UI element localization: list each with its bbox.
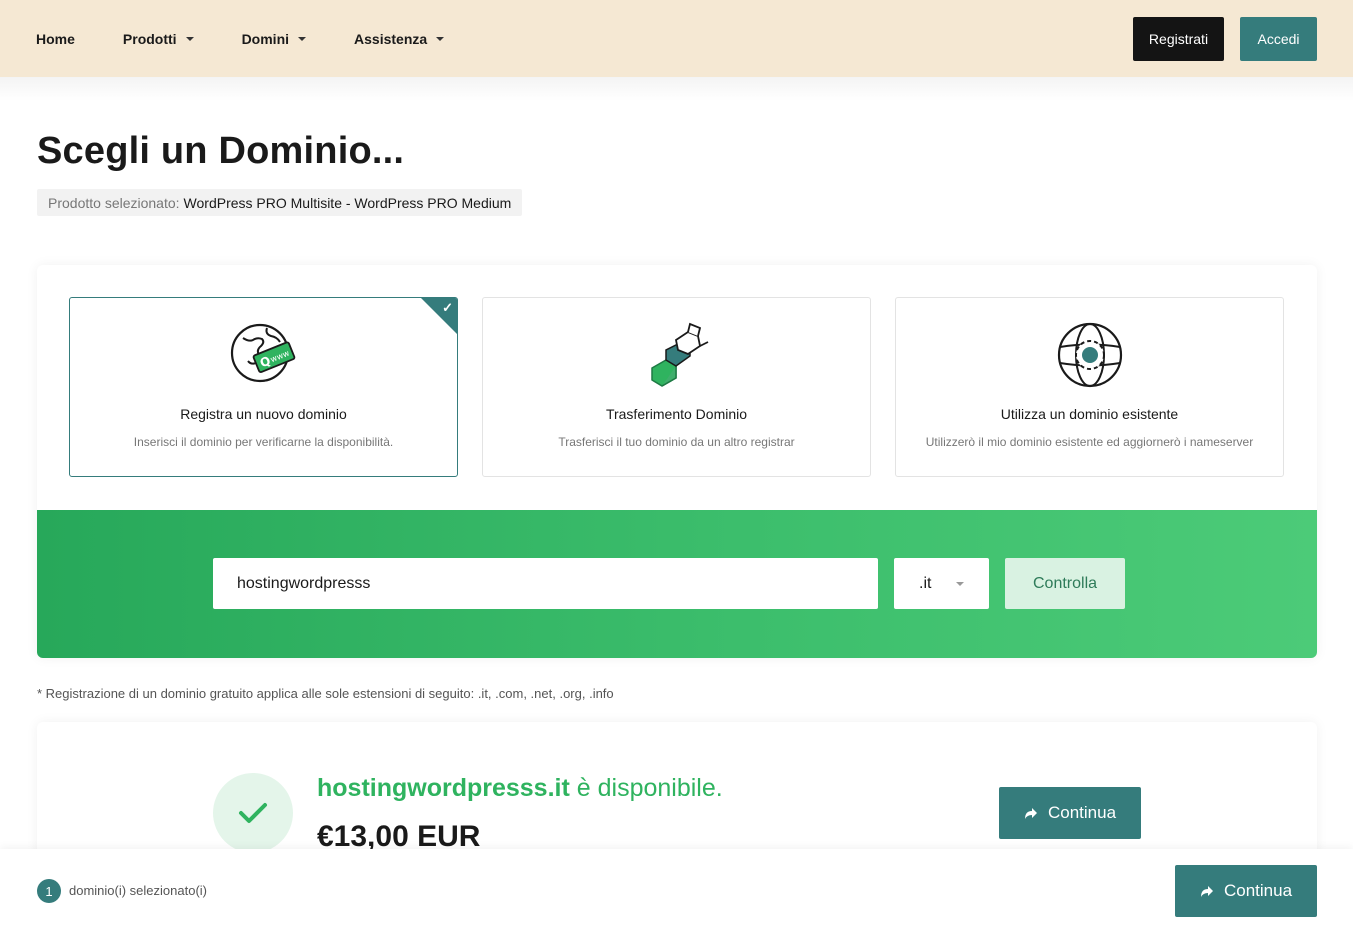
tld-select[interactable]: .it [894, 558, 989, 609]
nav-item-domini[interactable]: Domini [241, 30, 307, 47]
free-domain-note: * Registrazione di un dominio gratuito a… [37, 686, 614, 701]
option-existing-domain[interactable]: Utilizza un dominio esistente Utilizzerò… [895, 297, 1284, 477]
check-availability-button[interactable]: Controlla [1005, 558, 1125, 609]
continue-label: Continua [1223, 881, 1293, 900]
option-title: Registra un nuovo dominio [180, 406, 347, 422]
continue-label: Continua [1047, 803, 1117, 822]
available-status-circle [213, 773, 293, 853]
option-description: Utilizzerò il mio dominio esistente ed a… [925, 435, 1254, 449]
nav-item-home[interactable]: Home [36, 31, 75, 47]
caret-down-icon [956, 582, 964, 586]
globe-www-icon: Q www [230, 323, 295, 383]
option-register-domain[interactable]: ✓ Q www Registra un nuovo dominio Inseri… [69, 297, 458, 477]
nav-item-label: Home [36, 30, 75, 47]
domain-options-card: ✓ Q www Registra un nuovo dominio Inseri… [37, 265, 1317, 658]
selected-count-label: dominio(i) selezionato(i) [69, 883, 207, 898]
option-title: Utilizza un dominio esistente [1000, 406, 1179, 422]
option-title: Trasferimento Dominio [605, 406, 748, 422]
nav-item-label: Prodotti [122, 30, 177, 47]
caret-down-icon [436, 36, 445, 41]
register-button[interactable]: Registrati [1133, 16, 1224, 61]
domain-search-band: hostingwordpresss .it Controlla [37, 510, 1317, 658]
page-title: Scegli un Dominio... [37, 130, 405, 172]
domain-search-input[interactable]: hostingwordpresss [213, 558, 878, 609]
caret-down-icon [185, 36, 194, 41]
share-arrow-icon [1024, 808, 1037, 819]
available-domain-name: hostingwordpresss.it [317, 774, 570, 802]
availability-message: hostingwordpresss.it è disponibile. [317, 774, 723, 803]
caret-down-icon [298, 36, 307, 41]
selected-count-badge: 1 [37, 879, 61, 903]
existing-domain-icon [1057, 322, 1122, 388]
option-description: Trasferisci il tuo dominio da un altro r… [558, 435, 795, 449]
selected-product-badge: Prodotto selezionato: WordPress PRO Mult… [37, 189, 523, 216]
top-navbar: Home Prodotti Domini Assistenza Registra… [0, 0, 1353, 77]
selected-product-value: WordPress PRO Multisite - WordPress PRO … [183, 194, 512, 211]
share-arrow-icon [1200, 886, 1213, 897]
footer-continue-button[interactable]: Continua [1175, 865, 1317, 917]
option-transfer-domain[interactable]: Trasferimento Dominio Trasferisci il tuo… [482, 297, 871, 477]
nav-item-label: Assistenza [354, 30, 428, 47]
selection-footer: 1 dominio(i) selezionato(i) Continua [0, 849, 1353, 933]
main-nav: Home Prodotti Domini Assistenza [36, 31, 478, 47]
nav-item-assistenza[interactable]: Assistenza [354, 30, 445, 47]
selected-product-label: Prodotto selezionato: [48, 194, 180, 211]
check-icon: ✓ [442, 300, 453, 315]
login-button[interactable]: Accedi [1240, 16, 1317, 61]
tld-selected-value: .it [919, 574, 932, 592]
header-shadow [0, 77, 1353, 101]
nav-item-label: Domini [241, 30, 290, 47]
check-icon [239, 803, 267, 823]
nav-item-prodotti[interactable]: Prodotti [123, 31, 194, 47]
option-description: Inserisci il dominio per verificarne la … [133, 435, 394, 449]
header-actions: Registrati Accedi [1133, 16, 1317, 61]
transfer-icon [650, 322, 708, 387]
availability-status: è disponibile. [576, 774, 723, 802]
result-continue-button[interactable]: Continua [999, 787, 1141, 839]
